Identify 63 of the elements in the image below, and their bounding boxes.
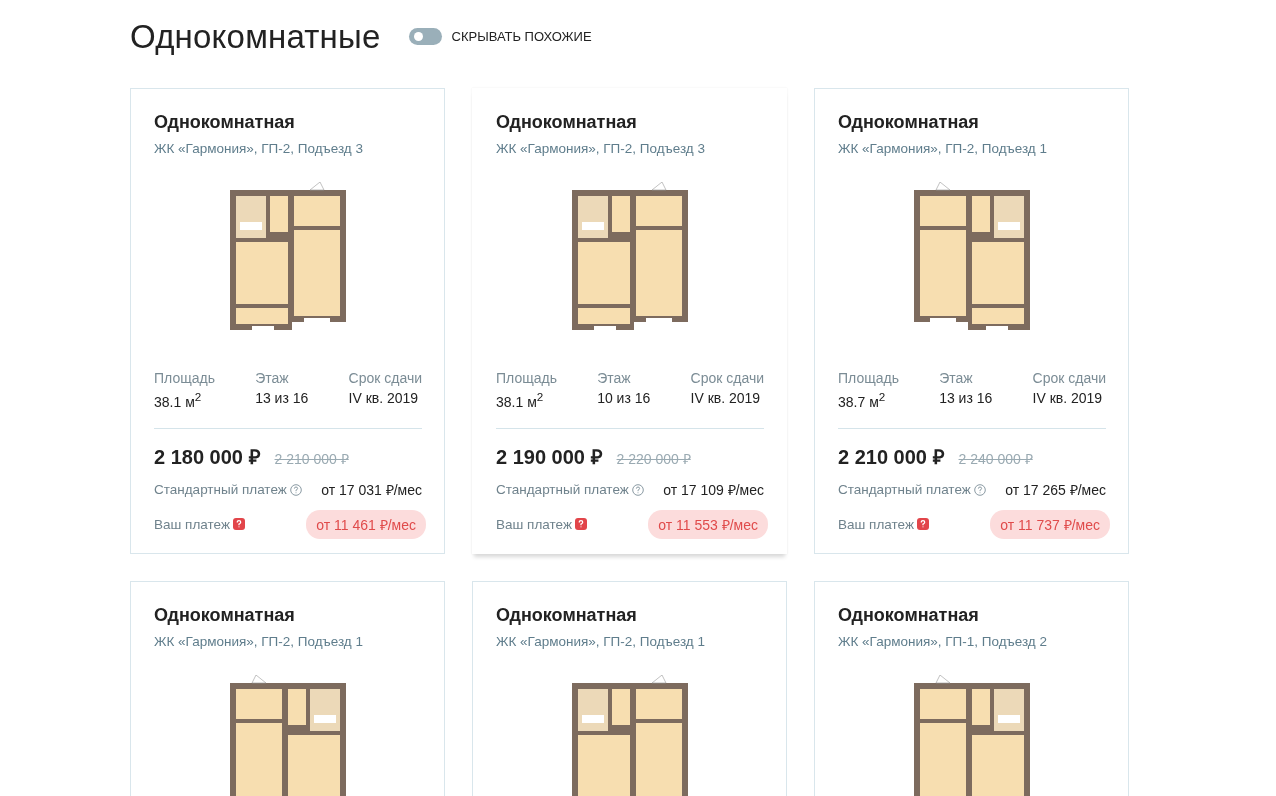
spec-label: Этаж xyxy=(939,370,974,386)
spec-label: Площадь xyxy=(154,370,215,386)
spec-label: Срок сдачи xyxy=(348,370,422,386)
payment-label: Стандартный платеж xyxy=(496,482,629,498)
apartment-card[interactable]: Однокомнатная ЖК «Гармония», ГП-2, Подъезд 3 Площадь 38.1 м$^{2}$ Этаж 13 из 16 Срок сдачи IV кв. 2019 2 180 000 ₽ 2 210 000 ₽ Стандартный платеж от 17 031 ₽/мес Ваш платеж от 11 461 ₽/мес xyxy=(130,88,445,554)
card-title: Однокомнатная xyxy=(838,112,980,133)
payment-label: Стандартный платеж xyxy=(154,482,287,498)
apartment-card[interactable]: Однокомнатная ЖК «Гармония», ГП-1, Подъезд 2 xyxy=(814,580,1129,796)
warning-icon[interactable] xyxy=(232,518,245,531)
payment-label: Стандартный платеж xyxy=(838,482,971,498)
apartment-card[interactable]: Однокомнатная ЖК «Гармония», ГП-2, Подъезд 1 xyxy=(130,580,445,796)
spec-value: IV кв. 2019 xyxy=(1032,390,1104,406)
card-title: Однокомнатная xyxy=(154,112,296,133)
apartment-card[interactable]: Однокомнатная ЖК «Гармония», ГП-2, Подъезд 1 xyxy=(472,580,787,796)
payment-label: Ваш платеж xyxy=(838,516,914,532)
spec-label: Этаж xyxy=(255,370,290,386)
payment-label: Ваш платеж xyxy=(154,516,230,532)
payment-value: от 17 031 ₽/мес xyxy=(321,481,422,500)
help-icon[interactable] xyxy=(631,483,644,496)
payment-label: Ваш платеж xyxy=(496,516,572,532)
apartment-card[interactable]: Однокомнатная ЖК «Гармония», ГП-2, Подъезд 1 Площадь 38.7 м$^{2}$ Этаж 13 из 16 Срок сдачи IV кв. 2019 2 210 000 ₽ 2 240 000 ₽ Стандартный платеж от 17 265 ₽/мес Ваш платеж от 11 737 ₽/мес xyxy=(814,88,1129,554)
help-icon[interactable] xyxy=(973,483,986,496)
spec-label: Площадь xyxy=(496,370,557,386)
spec-value: 13 из 16 xyxy=(255,390,309,406)
card-title: Однокомнатная xyxy=(496,604,638,626)
page-heading: Однокомнатные xyxy=(130,17,381,56)
card-title: Однокомнатная xyxy=(496,112,638,133)
payment-value: от 17 109 ₽/мес xyxy=(663,481,764,500)
warning-icon[interactable] xyxy=(574,518,587,531)
payment-value: от 17 265 ₽/мес xyxy=(1005,481,1106,500)
spec-label: Этаж xyxy=(597,370,632,386)
spec-label: Площадь xyxy=(838,370,899,386)
spec-value: IV кв. 2019 xyxy=(348,390,420,406)
your-payment-badge: от 11 737 ₽/мес xyxy=(990,509,1110,539)
old-price: 2 240 000 ₽ xyxy=(958,449,1033,468)
price: 2 210 000 ₽ xyxy=(838,444,945,470)
card-subtitle: ЖК «Гармония», ГП-2, Подъезд 1 xyxy=(496,633,706,649)
spec-value: IV кв. 2019 xyxy=(690,390,762,406)
spec-value: 13 из 16 xyxy=(939,390,993,406)
card-subtitle: ЖК «Гармония», ГП-1, Подъезд 2 xyxy=(838,633,1048,649)
card-title: Однокомнатная xyxy=(838,604,980,626)
card-subtitle: ЖК «Гармония», ГП-2, Подъезд 3 xyxy=(154,141,364,156)
your-payment-badge: от 11 461 ₽/мес xyxy=(306,509,426,539)
spec-value: 38.7 м$^{2}$ xyxy=(838,390,887,410)
old-price: 2 210 000 ₽ xyxy=(274,449,349,468)
toggle-label[interactable]: СКРЫВАТЬ ПОХОЖИЕ xyxy=(451,28,592,44)
card-subtitle: ЖК «Гармония», ГП-2, Подъезд 3 xyxy=(496,141,706,156)
old-price: 2 220 000 ₽ xyxy=(616,449,691,468)
spec-value: 38.1 м$^{2}$ xyxy=(154,390,203,410)
apartment-card[interactable]: Однокомнатная ЖК «Гармония», ГП-2, Подъезд 3 Площадь 38.1 м$^{2}$ Этаж 10 из 16 Срок сдачи IV кв. 2019 2 190 000 ₽ 2 220 000 ₽ Стандартный платеж от 17 109 ₽/мес Ваш платеж от 11 553 ₽/мес xyxy=(472,88,787,554)
spec-value: 38.1 м$^{2}$ xyxy=(496,390,545,410)
help-icon[interactable] xyxy=(289,483,302,496)
price: 2 190 000 ₽ xyxy=(496,444,603,470)
card-subtitle: ЖК «Гармония», ГП-2, Подъезд 1 xyxy=(154,633,364,649)
spec-label: Срок сдачи xyxy=(1032,370,1106,386)
spec-value: 10 из 16 xyxy=(597,390,651,406)
price: 2 180 000 ₽ xyxy=(154,444,261,470)
your-payment-badge: от 11 553 ₽/мес xyxy=(648,509,768,539)
spec-label: Срок сдачи xyxy=(690,370,764,386)
card-subtitle: ЖК «Гармония», ГП-2, Подъезд 1 xyxy=(838,141,1048,156)
toggle-switch[interactable] xyxy=(408,27,442,45)
card-title: Однокомнатная xyxy=(154,604,296,626)
warning-icon[interactable] xyxy=(916,518,929,531)
